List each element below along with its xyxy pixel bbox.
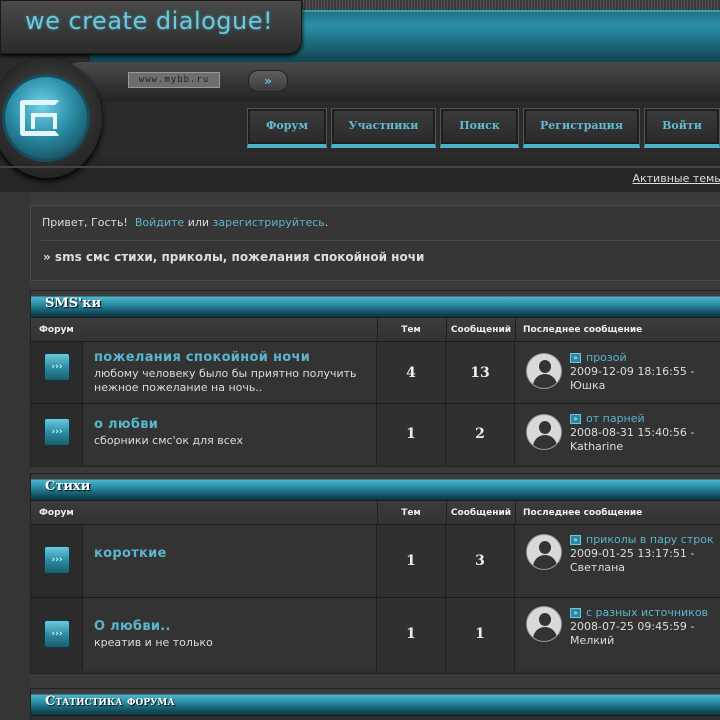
active-topics-link[interactable]: Активные темы [632,172,720,185]
column-headers: Форум Тем Сообщений Последнее сообщение [31,501,720,525]
last-post-topic[interactable]: от парней [586,412,645,425]
forum-row[interactable]: ››› короткие 1 3 » приколы в пару строк 2… [31,525,720,598]
last-post-date: 2008-07-25 09:45:59 [570,620,687,633]
category-header: SMS'ки [31,291,720,318]
category-stats: Статистика форума [30,688,720,720]
forum-row[interactable]: ››› о любви сборники смс'ок для всех 1 2… [31,404,720,465]
category-title[interactable]: Стихи [45,479,90,494]
forum-title-link[interactable]: короткие [94,546,167,561]
nav-register[interactable]: Регистрация [523,108,640,148]
forum-title-link[interactable]: О любви.. [94,619,171,634]
last-post-topic[interactable]: приколы в пару строк [586,533,714,546]
nav-search[interactable]: Поиск [440,108,519,148]
last-post-date: 2008-08-31 15:40:56 [570,426,687,439]
go-to-post-icon[interactable]: » [570,608,581,618]
forum-arrow-icon[interactable]: ››› [44,353,70,381]
logo-glyph-icon [20,100,60,136]
forum-row[interactable]: ››› О любви.. креатив и не только 1 1 » с… [31,598,720,671]
user-avatar-icon[interactable] [526,606,562,642]
topics-count: 4 [377,342,446,403]
last-post-info: » с разных источников 2008-07-25 09:45:59… [570,606,709,647]
category-header: Статистика форума [31,689,720,716]
user-avatar-icon[interactable] [526,534,562,570]
go-to-post-icon[interactable]: » [570,414,581,424]
site-logo-text[interactable]: we create dialogue! [25,7,273,35]
forum-description: сборники смс'ок для всех [94,434,244,447]
forum-arrow-icon[interactable]: ››› [44,418,70,446]
greeting-line: Привет, Гость! Войдите или зарегистрируй… [42,216,329,229]
last-post-author[interactable]: Светлана [570,561,625,574]
col-forum: Форум [39,325,74,335]
greeting-text: Привет, Гость! [42,216,128,229]
last-post-date: 2009-12-09 18:16:55 [570,365,687,378]
last-post-author[interactable]: Мелкий [570,634,614,647]
nav-forum[interactable]: Форум [247,108,327,148]
forum-description: любому человеку было бы приятно получить… [94,367,357,394]
col-last-post: Последнее сообщение [523,508,643,518]
site-url-box[interactable]: www.mybb.ru [128,72,220,88]
nav-users[interactable]: Участники [331,108,436,148]
last-post-info: » от парней 2008-08-31 15:40:56 - Kathari… [570,412,695,453]
col-last-post: Последнее сообщение [523,325,643,335]
last-post-topic[interactable]: прозой [586,351,627,364]
forum-row[interactable]: ››› пожелания спокойной ночи любому чело… [31,342,720,404]
last-post-info: » приколы в пару строк 2009-01-25 13:17:5… [570,533,714,574]
posts-count: 13 [446,342,515,403]
column-headers: Форум Тем Сообщений Последнее сообщение [31,318,720,342]
forum-description: креатив и не только [94,636,213,649]
last-post-date: 2009-01-25 13:17:51 [570,547,687,560]
col-topics: Тем [401,508,421,518]
logo-panel[interactable]: we create dialogue! [0,0,302,54]
topics-count: 1 [377,598,446,671]
site-header: we create dialogue! www.mybb.ru » Форум … [0,0,720,192]
last-post-author[interactable]: Юшка [570,379,605,392]
login-link[interactable]: Войдите [135,216,184,229]
category-sms: SMS'ки Форум Тем Сообщений Последнее соо… [30,290,720,467]
breadcrumb[interactable]: » sms смс стихи, приколы, пожелания спок… [43,250,424,264]
col-topics: Тем [401,325,421,335]
nav-login[interactable]: Войти [644,108,720,148]
header-divider [0,166,720,168]
forum-arrow-icon[interactable]: ››› [44,546,70,574]
welcome-box: Привет, Гость! Войдите или зарегистрируй… [30,205,720,281]
category-title[interactable]: SMS'ки [45,296,101,311]
topics-count: 1 [377,525,446,597]
last-post-topic[interactable]: с разных источников [586,606,708,619]
user-avatar-icon[interactable] [526,414,562,450]
category-header: Стихи [31,474,720,501]
user-avatar-icon[interactable] [526,353,562,389]
posts-count: 2 [446,404,515,465]
or-text: или [187,216,210,229]
go-to-post-icon[interactable]: » [570,535,581,545]
last-post-author[interactable]: Katharine [570,440,623,453]
category-poems: Стихи Форум Тем Сообщений Последнее сооб… [30,473,720,674]
category-title[interactable]: Статистика форума [45,694,175,709]
col-forum: Форум [39,508,74,518]
forum-arrow-icon[interactable]: ››› [44,620,70,648]
col-posts: Сообщений [450,325,512,335]
go-arrow-icon[interactable]: » [248,70,288,92]
forum-title-link[interactable]: о любви [94,417,158,432]
posts-count: 3 [446,525,515,597]
posts-count: 1 [446,598,515,671]
topics-count: 1 [377,404,446,465]
col-posts: Сообщений [450,508,512,518]
go-to-post-icon[interactable]: » [570,353,581,363]
header-stripes [300,0,720,10]
forum-title-link[interactable]: пожелания спокойной ночи [94,350,310,365]
welcome-divider [41,240,720,241]
last-post-info: » прозой 2009-12-09 18:16:55 - Юшка [570,351,695,392]
register-link[interactable]: зарегистрируйтесь [213,216,325,229]
